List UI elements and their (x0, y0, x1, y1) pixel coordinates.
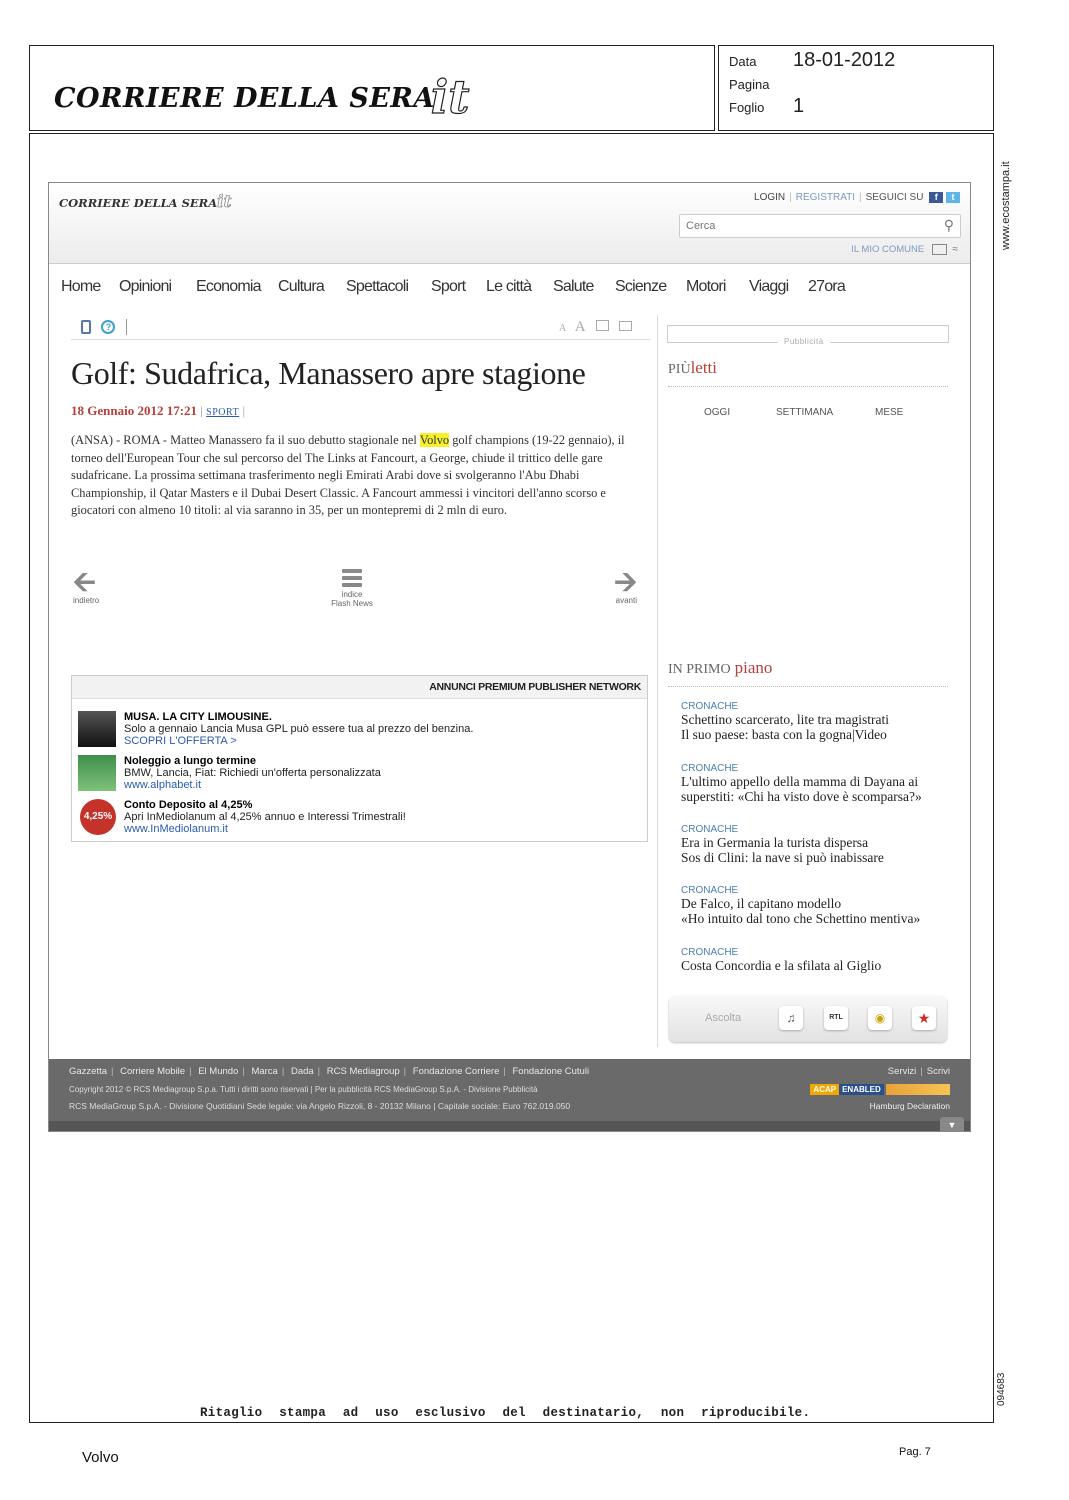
article-title: Golf: Sudafrica, Manassero apre stagione (71, 355, 586, 391)
tab-settimana[interactable]: SETTIMANA (776, 407, 833, 418)
pagina-label: Pagina (729, 77, 770, 92)
footer-links: Gazzetta | Corriere Mobile | El Mundo | Mar… (69, 1066, 590, 1077)
foglio-value: 1 (793, 95, 805, 117)
nav-motori[interactable]: Motori (686, 278, 726, 296)
article-meta: 18 Gennaio 2012 17:21 | SPORT | (71, 403, 246, 418)
hamburg-declaration[interactable]: Hamburg Declaration (870, 1101, 950, 1111)
footer-copyright: Copyright 2012 © RCS Mediagroup S.p.a. T… (69, 1085, 538, 1094)
site-footer: Gazzetta | Corriere Mobile | El Mundo | Mar… (49, 1059, 970, 1131)
nav-spettacoli[interactable]: Spettacoli (346, 278, 409, 296)
main-nav: Home Opinioni Economia Cultura Spettacol… (49, 278, 970, 298)
article-tools-left: ? (81, 318, 127, 336)
twitter-icon[interactable]: t (946, 192, 960, 203)
prev-button[interactable]: 🡨 indietro (73, 566, 113, 606)
data-value: 18-01-2012 (793, 49, 896, 71)
search-box[interactable]: ⚲ (679, 214, 961, 238)
footer-legal: RCS MediaGroup S.p.A. - Divisione Quotid… (69, 1101, 571, 1111)
print-icon[interactable] (595, 320, 609, 331)
section-link[interactable]: SPORT (206, 407, 239, 418)
code-side-text: 094683 (996, 1372, 1007, 1406)
nav-cultura[interactable]: Cultura (278, 278, 325, 296)
ads-header: ANNUNCI PREMIUM PUBLISHER NETWORK (72, 676, 647, 699)
arrow-right-icon: 🡪 (614, 566, 637, 597)
masthead-box: CORRIERE DELLA SERAit (29, 45, 715, 131)
follow-label: SEGUICI SU (865, 192, 924, 204)
radio-star-icon[interactable]: ★ (912, 1006, 936, 1030)
primo-piano-item[interactable]: CRONACHE Era in Germania la turista disp… (681, 824, 951, 865)
tab-mese[interactable]: MESE (875, 407, 903, 418)
rate-badge-icon: 4,25% (80, 799, 116, 835)
primo-piano-item[interactable]: CRONACHE Costa Concordia e la sfilata al… (681, 947, 951, 973)
mobile-icon[interactable] (81, 319, 91, 334)
rss-icon[interactable]: ≈ (953, 244, 959, 255)
ads-box: ANNUNCI PREMIUM PUBLISHER NETWORK MUSA. … (71, 675, 648, 842)
article-tools-right: A A (559, 318, 633, 336)
nav-scienze[interactable]: Scienze (615, 278, 667, 296)
highlight-keyword: Volvo (419, 433, 450, 447)
facebook-icon[interactable]: f (929, 192, 944, 203)
foglio-label: Foglio (729, 100, 765, 115)
nav-27ora[interactable]: 27ora (808, 278, 846, 296)
piu-letti-heading: PIÙletti (668, 358, 718, 377)
email-icon[interactable] (619, 321, 633, 331)
page-number: Pag. 7 (899, 1446, 931, 1458)
menu-lines-icon (342, 569, 362, 587)
font-small-icon[interactable]: A (559, 323, 566, 334)
disclaimer: Ritaglio stampa ad uso esclusivo del des… (200, 1406, 811, 1420)
footer-collapse-icon[interactable]: ▼ (940, 1117, 964, 1131)
article-body: (ANSA) - ROMA - Matteo Manassero fa il s… (71, 433, 625, 518)
meta-box: Data 18-01-2012 Pagina Foglio 1 (718, 45, 994, 131)
nav-opinioni[interactable]: Opinioni (119, 278, 172, 296)
radio-3-icon[interactable]: ◉ (868, 1006, 892, 1030)
listen-bar: Ascolta ♫ RTL ◉ ★ (669, 996, 947, 1042)
nav-home[interactable]: Home (61, 278, 101, 296)
info-icon[interactable]: ? (101, 319, 116, 334)
radio-1-icon[interactable]: ♫ (779, 1006, 803, 1030)
site-logo[interactable]: CORRIERE DELLA SERAit (59, 192, 232, 213)
search-input[interactable] (680, 215, 928, 237)
nav-le-citta[interactable]: Le città (486, 278, 532, 296)
nav-viaggi[interactable]: Viaggi (749, 278, 789, 296)
next-button[interactable]: 🡪 avanti (597, 566, 637, 606)
footer-right-links: Servizi | Scrivi (887, 1066, 950, 1077)
font-large-icon[interactable]: A (575, 319, 586, 335)
site-header: CORRIERE DELLA SERAit LOGIN | REGISTRATI | S… (49, 183, 970, 264)
website-screenshot: CORRIERE DELLA SERAit LOGIN | REGISTRATI | S… (48, 182, 971, 1132)
car-thumbnail-icon (78, 711, 116, 747)
rental-thumbnail-icon (78, 755, 116, 791)
register-link[interactable]: REGISTRATI (796, 192, 855, 203)
footer-bottom-strip (49, 1121, 970, 1131)
nav-economia[interactable]: Economia (196, 278, 262, 296)
keyword-label: Volvo (82, 1449, 119, 1466)
data-label: Data (729, 54, 757, 69)
primo-piano-item[interactable]: CRONACHE Schettino scarcerato, lite tra … (681, 701, 951, 742)
primo-piano-heading: IN PRIMO piano (668, 658, 773, 677)
mail-icon[interactable] (931, 244, 947, 255)
ecostampa-side-text: www.ecostampa.it (1000, 161, 1012, 250)
primo-piano-item[interactable]: CRONACHE L'ultimo appello della mamma di… (681, 763, 951, 804)
acap-badge[interactable]: ACAP ENABLED (810, 1083, 950, 1095)
primo-piano-item[interactable]: CRONACHE De Falco, il capitano modello «… (681, 885, 951, 926)
index-button[interactable]: indice Flash News (319, 569, 385, 608)
tools-divider (125, 318, 127, 335)
masthead-logo: CORRIERE DELLA SERAit (54, 69, 470, 124)
tab-oggi[interactable]: OGGI (704, 407, 730, 418)
my-comune[interactable]: IL MIO COMUNE ≈ (851, 244, 958, 255)
piu-letti-rule (668, 386, 948, 387)
primo-piano-rule (668, 686, 948, 687)
login-link[interactable]: LOGIN (754, 192, 785, 203)
radio-rtl-icon[interactable]: RTL (824, 1006, 848, 1030)
account-links: LOGIN | REGISTRATI | SEGUICI SU f t (754, 192, 960, 203)
sidebar-ad-slot: Pubblicità (667, 325, 949, 346)
search-icon[interactable]: ⚲ (944, 217, 954, 234)
logo-it-badge: it (430, 69, 470, 124)
sidebar-divider (657, 315, 658, 1047)
tools-rule (71, 339, 651, 340)
arrow-left-icon: 🡨 (73, 566, 96, 597)
article-date: 18 Gennaio 2012 17:21 (71, 403, 198, 418)
nav-salute[interactable]: Salute (553, 278, 594, 296)
epc-logo-icon (886, 1084, 950, 1095)
listen-label: Ascolta (705, 1012, 742, 1024)
nav-sport[interactable]: Sport (431, 278, 466, 296)
